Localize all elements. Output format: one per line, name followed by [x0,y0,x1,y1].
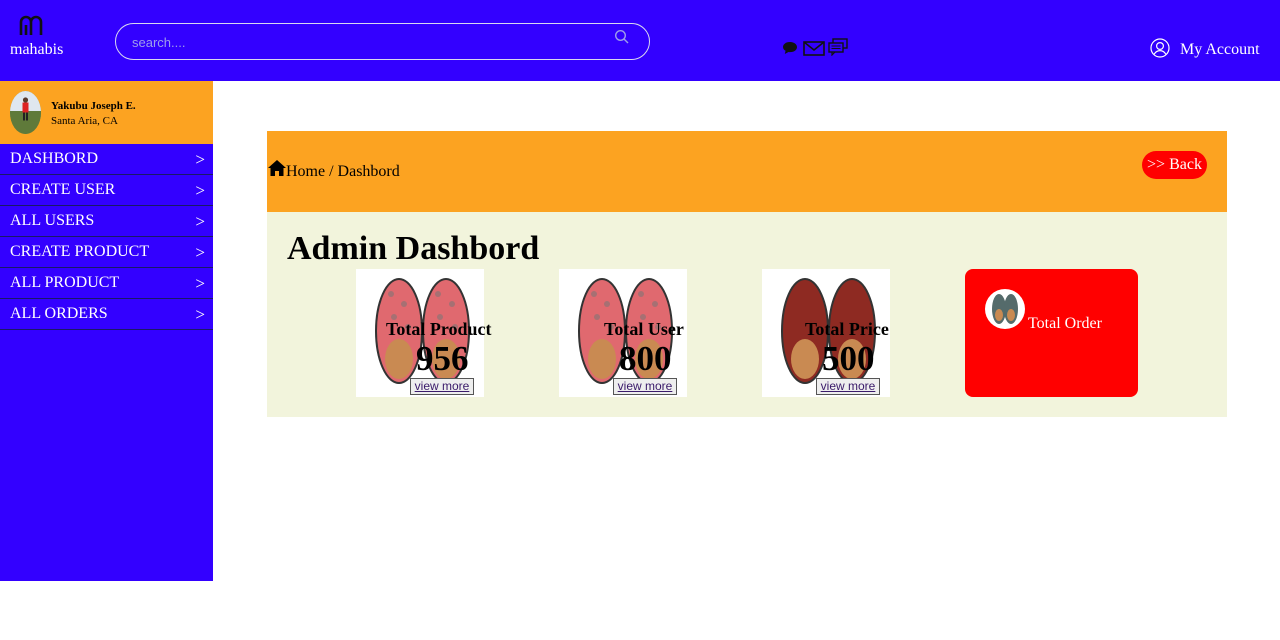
mahabis-logo-icon [19,15,43,35]
user-circle-icon [1150,38,1170,63]
sidebar-item-all-orders[interactable]: ALL ORDERS > [0,299,213,330]
profile-location: Santa Aria, CA [51,115,118,127]
stat-label: Total Product [386,319,492,339]
search-icon[interactable] [614,29,630,50]
sidebar-item-create-product[interactable]: CREATE PRODUCT > [0,237,213,268]
profile-name: Yakubu Joseph E. [51,100,136,112]
chat-bubble-icon[interactable] [782,40,798,61]
stat-card-total-user: Total User 800 view more [559,269,687,397]
brand-logo[interactable]: mahabis [10,14,80,64]
chevron-right-icon: > [195,212,205,231]
account-label: My Account [1180,41,1260,58]
dashboard-panel: Admin Dashbord Total Product 956 view mo… [267,212,1227,417]
view-more-button[interactable]: view more [410,378,474,395]
sidebar-item-label: CREATE USER [10,181,116,198]
chevron-right-icon: > [195,274,205,293]
stat-label: Total Order [1028,315,1102,332]
stat-card-total-price: Total Price 500 view more [762,269,890,397]
stat-card-total-product: Total Product 956 view more [356,269,492,397]
brand-name: mahabis [10,41,64,58]
sidebar-item-create-user[interactable]: CREATE USER > [0,175,213,206]
user-profile: Yakubu Joseph E. Santa Aria, CA [0,81,213,144]
order-thumbnail [985,289,1025,329]
breadcrumb-bar: Home / Dashbord >> Back [267,131,1227,212]
home-icon[interactable] [267,159,287,182]
sidebar-item-label: ALL ORDERS [10,305,108,322]
stat-value: 800 [619,339,672,378]
breadcrumb: Home / Dashbord [286,163,400,180]
sidebar-item-label: ALL PRODUCT [10,274,120,291]
sidebar-item-label: DASHBORD [10,150,99,167]
page-title: Admin Dashbord [287,230,540,267]
chevron-right-icon: > [195,305,205,324]
search-bar[interactable] [115,23,650,60]
sidebar-item-label: CREATE PRODUCT [10,243,150,260]
avatar [10,91,41,134]
stat-value: 500 [822,339,875,378]
stat-label: Total Price [805,319,889,339]
chevron-right-icon: > [195,150,205,169]
sidebar-item-all-users[interactable]: ALL USERS > [0,206,213,237]
chevron-right-icon: > [195,243,205,262]
view-more-button[interactable]: view more [816,378,880,395]
mail-icon[interactable] [803,40,825,61]
sidebar-item-all-product[interactable]: ALL PRODUCT > [0,268,213,299]
view-more-button[interactable]: view more [613,378,677,395]
sidebar-item-label: ALL USERS [10,212,95,229]
sidebar-item-dashbord[interactable]: DASHBORD > [0,144,213,175]
chevron-right-icon: > [195,181,205,200]
sidebar: Yakubu Joseph E. Santa Aria, CA DASHBORD… [0,81,213,581]
stat-label: Total User [604,319,684,339]
stat-card-total-order[interactable]: Total Order [965,269,1138,397]
back-button[interactable]: >> Back [1142,151,1207,179]
sidebar-menu: DASHBORD > CREATE USER > ALL USERS > CRE… [0,144,213,330]
stat-value: 956 [416,339,469,378]
top-header: mahabis My Account [0,0,1280,81]
messages-icon[interactable] [828,38,848,61]
search-input[interactable] [130,31,604,53]
